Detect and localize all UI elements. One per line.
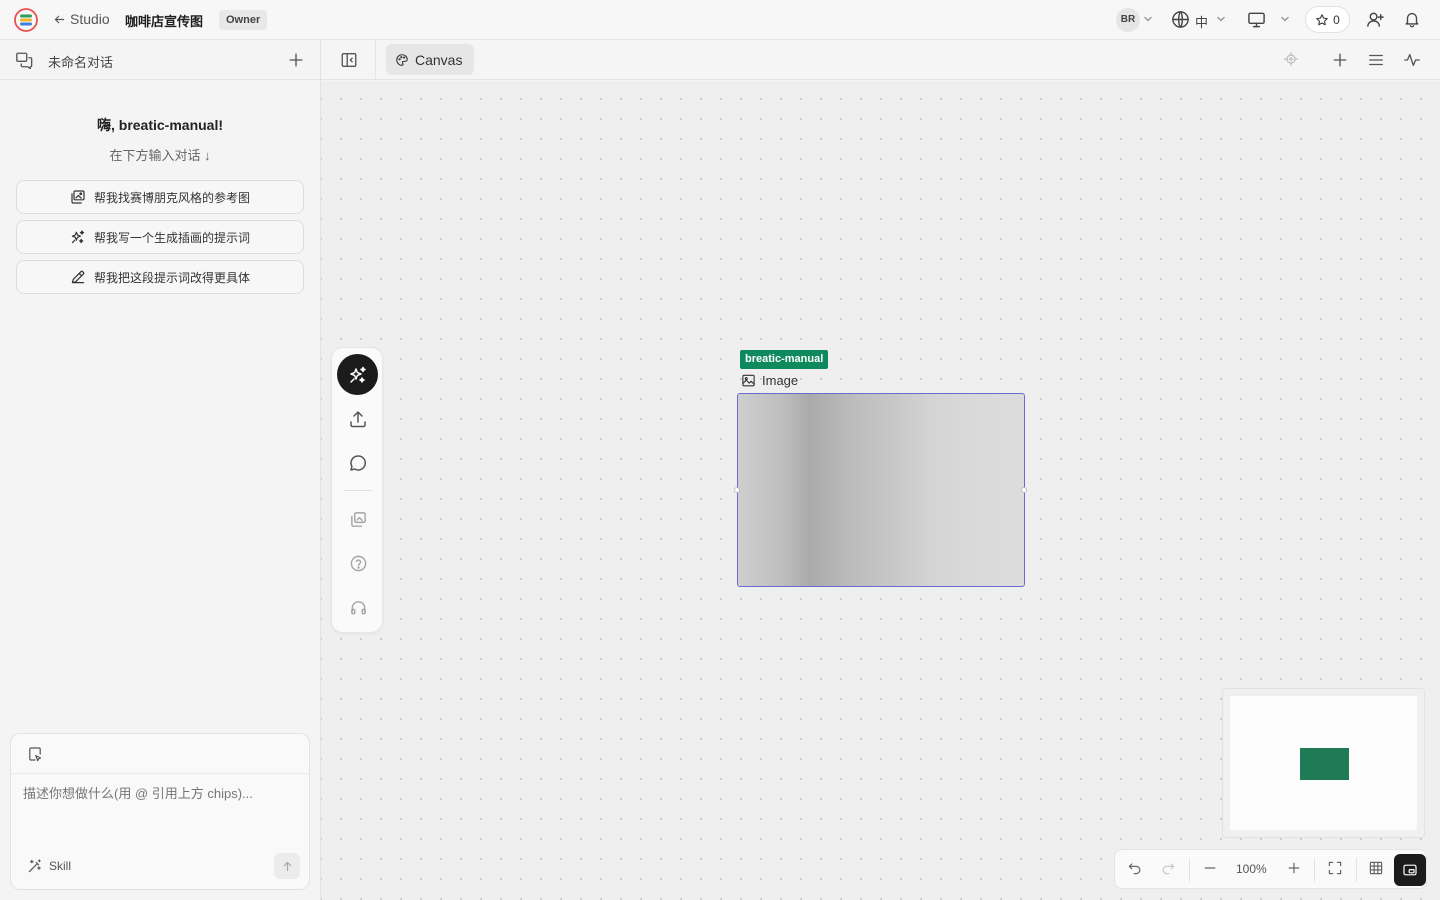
canvas-toolbar: Canvas <box>321 40 1440 80</box>
add-note-icon[interactable] <box>27 746 43 762</box>
pencil-icon <box>71 270 85 284</box>
role-badge: Owner <box>219 10 268 30</box>
arrow-left-icon <box>54 15 65 23</box>
resize-handle-left[interactable] <box>734 487 740 493</box>
suggestion-label: 帮我写一个生成插画的提示词 <box>93 230 250 245</box>
plus-icon <box>289 53 303 67</box>
conversation-title[interactable]: 未命名对话 <box>48 52 113 71</box>
user-avatar[interactable]: BR <box>1116 8 1140 32</box>
image-node[interactable] <box>734 393 1027 587</box>
ai-generate-button[interactable] <box>337 354 378 395</box>
node-owner-tag: breatic-manual <box>740 350 829 369</box>
input-hint: 在下方输入对话 ↓ <box>109 148 211 163</box>
chat-panel: 未命名对话 嗨, breatic-manual! 在下方输入对话 ↓ 帮我找赛博… <box>0 40 321 900</box>
minimap[interactable] <box>1222 688 1425 838</box>
send-button[interactable] <box>274 853 300 879</box>
activity-icon[interactable] <box>1403 51 1421 69</box>
help-icon[interactable] <box>345 550 371 576</box>
suggestion-chip[interactable]: 帮我写一个生成插画的提示词 <box>16 220 304 254</box>
resize-handle-right[interactable] <box>1021 487 1027 493</box>
locate-icon[interactable] <box>1283 51 1299 67</box>
arrow-up-icon <box>283 861 291 871</box>
canvas-tools <box>331 347 383 633</box>
suggestion-label: 帮我找赛博朋克风格的参考图 <box>93 190 250 205</box>
tab-canvas[interactable]: Canvas <box>386 44 474 75</box>
redo-icon[interactable] <box>1160 860 1176 876</box>
chevron-down-icon[interactable] <box>1280 14 1290 24</box>
back-label: Studio <box>70 11 110 27</box>
minimap-toggle-button[interactable] <box>1394 854 1426 886</box>
zoom-in-icon[interactable] <box>1286 860 1302 876</box>
node-type-label[interactable]: Image <box>741 373 798 388</box>
minimap-icon <box>1403 864 1417 876</box>
image-search-icon <box>71 190 85 204</box>
star-button[interactable]: 0 <box>1305 6 1350 33</box>
conversations-icon[interactable] <box>15 51 33 69</box>
divider <box>344 490 372 491</box>
upload-icon[interactable] <box>345 406 371 432</box>
chevron-down-icon[interactable] <box>1143 14 1153 24</box>
node-type-text: Image <box>762 373 799 388</box>
top-bar: Studio 咖啡店宣传图 Owner BR 中 0 <box>0 0 1440 40</box>
assets-icon[interactable] <box>345 506 371 532</box>
menu-icon[interactable] <box>1367 51 1385 69</box>
zoom-toolbar: 100% <box>1114 849 1427 889</box>
divider <box>1189 858 1190 882</box>
add-user-icon[interactable] <box>1366 10 1385 29</box>
chat-input[interactable] <box>23 786 299 801</box>
grid-icon[interactable] <box>1368 860 1384 876</box>
magic-wand-icon <box>28 859 41 873</box>
monitor-icon[interactable] <box>1247 10 1266 29</box>
zoom-out-icon[interactable] <box>1202 860 1218 876</box>
add-node-icon[interactable] <box>1331 51 1349 69</box>
app-logo[interactable] <box>14 8 38 32</box>
composer-toolbar <box>11 734 309 774</box>
skill-label: Skill <box>49 859 72 873</box>
suggestion-chip[interactable]: 帮我把这段提示词改得更具体 <box>16 260 304 294</box>
chevron-down-icon[interactable] <box>1216 14 1226 24</box>
globe-icon[interactable] <box>1171 10 1190 29</box>
minimap-node <box>1300 748 1349 780</box>
comment-icon[interactable] <box>345 450 371 476</box>
language-label[interactable]: 中 <box>1195 12 1208 31</box>
star-icon <box>1316 13 1328 25</box>
suggestion-label: 帮我把这段提示词改得更具体 <box>93 270 250 285</box>
toggle-sidebar-icon[interactable] <box>340 51 358 69</box>
project-title[interactable]: 咖啡店宣传图 <box>125 11 203 30</box>
divider <box>1356 858 1357 882</box>
bell-icon[interactable] <box>1403 10 1421 28</box>
chat-composer: Skill <box>10 733 310 890</box>
star-count: 0 <box>1333 12 1340 27</box>
zoom-level[interactable]: 100% <box>1236 862 1267 876</box>
suggestion-chip[interactable]: 帮我找赛博朋克风格的参考图 <box>16 180 304 214</box>
divider <box>375 40 376 80</box>
skill-button[interactable]: Skill <box>27 858 71 874</box>
greeting-text: 嗨, breatic-manual! <box>96 117 224 133</box>
tab-label: Canvas <box>415 51 463 68</box>
sparkles-icon <box>71 230 85 244</box>
sparkles-icon <box>349 366 366 383</box>
conversation-header: 未命名对话 <box>0 40 320 80</box>
palette-icon <box>396 53 408 66</box>
back-to-studio-link[interactable]: Studio <box>53 11 110 27</box>
divider <box>1314 858 1315 882</box>
fit-screen-icon[interactable] <box>1327 860 1343 876</box>
image-icon <box>742 374 755 387</box>
new-conversation-button[interactable] <box>287 51 305 69</box>
undo-icon[interactable] <box>1127 860 1143 876</box>
minimap-viewport <box>1230 696 1417 830</box>
headset-icon[interactable] <box>345 594 371 620</box>
